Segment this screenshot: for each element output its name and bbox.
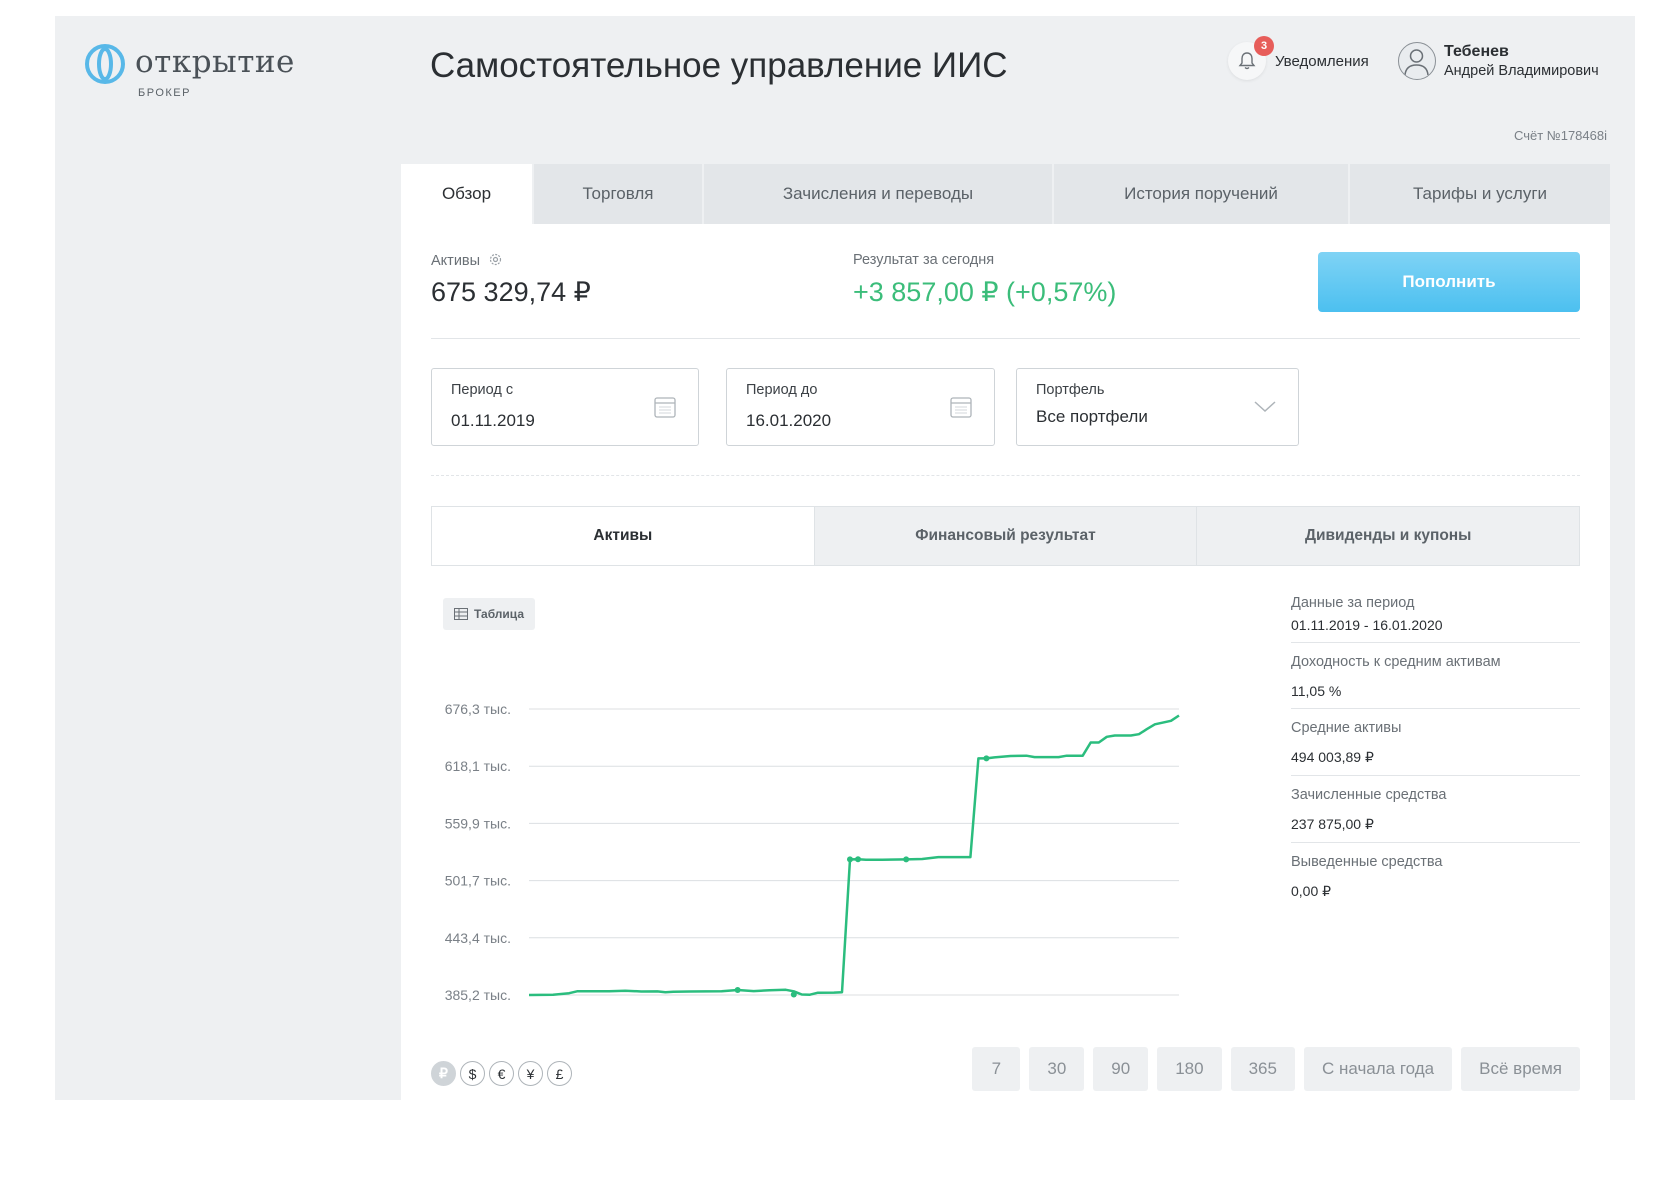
y-tick-label: 501,7 тыс. [445, 873, 511, 889]
subtab-dividends[interactable]: Дивиденды и купоны [1196, 507, 1580, 565]
period-button[interactable]: 30 [1029, 1047, 1085, 1091]
brand-sub: БРОКЕР [138, 87, 191, 99]
data-point [855, 856, 862, 863]
stat-item: Зачисленные средства 237 875,00 ₽ [1291, 776, 1580, 843]
calendar-icon[interactable] [654, 396, 676, 418]
subtab-financial-result[interactable]: Финансовый результат [813, 507, 1197, 565]
overview-panel: Активы 675 329,74 ₽ Результат за сегодня… [401, 224, 1610, 1100]
stat-value: 0,00 ₽ [1291, 883, 1332, 899]
divider [431, 475, 1580, 476]
currency-pound-button[interactable]: £ [547, 1061, 572, 1086]
data-point [790, 991, 797, 998]
period-to-label: Период до [746, 382, 818, 398]
tab-tariffs[interactable]: Тарифы и услуги [1348, 164, 1610, 224]
data-point [903, 856, 910, 863]
stat-label: Выведенные средства [1291, 854, 1443, 870]
period-selector: 7 30 90 180 365 С начала года Всё время [972, 1047, 1580, 1091]
period-button[interactable]: 7 [972, 1047, 1021, 1091]
today-result-value: +3 857,00 ₽ (+0,57%) [853, 277, 1117, 307]
app-window: открытие БРОКЕР Самостоятельное управлен… [55, 16, 1635, 1100]
period-stats: Данные за период 01.11.2019 - 16.01.2020 Д… [1291, 584, 1580, 909]
period-button[interactable]: С начала года [1303, 1047, 1453, 1091]
assets-label: Активы [431, 253, 481, 269]
bell-icon [1238, 52, 1256, 70]
tab-transfers[interactable]: Зачисления и переводы [702, 164, 1052, 224]
stat-item: Данные за период 01.11.2019 - 16.01.2020 [1291, 584, 1580, 643]
data-point [846, 856, 853, 863]
y-tick-label: 676,3 тыс. [445, 701, 511, 717]
assets-chart: 385,2 тыс. 443,4 тыс. 501,7 тыс. 559,9 тыс.… [445, 701, 1180, 1003]
portfolio-select[interactable]: Портфель Все портфели [1016, 368, 1299, 446]
today-result-label: Результат за сегодня [853, 252, 995, 268]
calendar-icon[interactable] [950, 396, 972, 418]
logo-mark-icon [85, 44, 125, 84]
main-tabs: Обзор Торговля Зачисления и переводы Ист… [401, 164, 1610, 224]
avatar[interactable] [1398, 42, 1436, 80]
period-from-value: 01.11.2019 [451, 411, 535, 430]
stat-value: 11,05 % [1291, 683, 1342, 699]
period-to-value: 16.01.2020 [746, 411, 832, 430]
notifications-button[interactable]: 3 Уведомления [1228, 36, 1388, 86]
account-number: Счёт №178468i [1513, 128, 1607, 143]
period-button[interactable]: 90 [1093, 1047, 1149, 1091]
notifications-label: Уведомления [1275, 53, 1369, 70]
period-button[interactable]: 365 [1230, 1047, 1295, 1091]
table-icon [453, 608, 468, 620]
brand-name: открытие [135, 44, 295, 80]
assets-label-row: Активы [431, 252, 503, 269]
currency-euro-button[interactable]: € [489, 1061, 514, 1086]
gear-icon[interactable] [488, 252, 503, 267]
y-tick-label: 559,9 тыс. [445, 815, 511, 831]
user-name: Андрей Владимирович [1444, 63, 1599, 79]
user-avatar-icon [1404, 49, 1429, 76]
table-view-label: Таблица [473, 607, 524, 621]
y-tick-label: 443,4 тыс. [445, 930, 511, 946]
stat-label: Данные за период [1291, 595, 1415, 611]
currency-yen-button[interactable]: ¥ [518, 1061, 543, 1086]
tab-overview[interactable]: Обзор [401, 164, 532, 224]
stat-label: Средние активы [1291, 720, 1402, 736]
brand-logo[interactable]: открытие БРОКЕР [85, 44, 325, 104]
currency-switcher: ₽ $ € ¥ £ [431, 1061, 572, 1086]
stat-value: 494 003,89 ₽ [1291, 749, 1374, 765]
y-tick-label: 385,2 тыс. [445, 987, 511, 1003]
tab-order-history[interactable]: История поручений [1052, 164, 1348, 224]
currency-ruble-button[interactable]: ₽ [431, 1061, 456, 1086]
stat-value: 01.11.2019 - 16.01.2020 [1291, 617, 1443, 633]
period-to-field[interactable]: Период до 16.01.2020 [726, 368, 995, 446]
portfolio-label: Портфель [1036, 382, 1105, 398]
period-button[interactable]: Всё время [1461, 1047, 1580, 1091]
period-from-field[interactable]: Период с 01.11.2019 [431, 368, 699, 446]
user-surname: Тебенев [1444, 43, 1509, 60]
chevron-down-icon [1254, 401, 1276, 413]
chart-tabs: Активы Финансовый результат Дивиденды и … [431, 506, 1580, 566]
tab-trading[interactable]: Торговля [532, 164, 702, 224]
portfolio-value: Все портфели [1036, 407, 1148, 426]
currency-dollar-button[interactable]: $ [460, 1061, 485, 1086]
user-menu[interactable]: Тебенев Андрей Владимирович [1398, 42, 1628, 86]
stat-label: Зачисленные средства [1291, 787, 1447, 803]
subtab-assets[interactable]: Активы [432, 507, 814, 565]
divider [431, 338, 1580, 339]
stat-item: Средние активы 494 003,89 ₽ [1291, 709, 1580, 776]
notification-count-badge: 3 [1254, 36, 1274, 56]
data-point [983, 755, 990, 762]
assets-value: 675 329,74 ₽ [431, 277, 591, 307]
page-title: Самостоятельное управление ИИС [430, 46, 1008, 85]
topup-button[interactable]: Пополнить [1318, 252, 1580, 312]
stat-value: 237 875,00 ₽ [1291, 816, 1374, 832]
series-line [528, 714, 1180, 997]
stat-item: Выведенные средства 0,00 ₽ [1291, 843, 1580, 909]
y-tick-label: 618,1 тыс. [445, 758, 511, 774]
period-from-label: Период с [451, 382, 514, 398]
stat-item: Доходность к средним активам 11,05 % [1291, 643, 1580, 709]
period-button[interactable]: 180 [1157, 1047, 1222, 1091]
stat-label: Доходность к средним активам [1291, 654, 1501, 670]
data-point [734, 986, 741, 993]
